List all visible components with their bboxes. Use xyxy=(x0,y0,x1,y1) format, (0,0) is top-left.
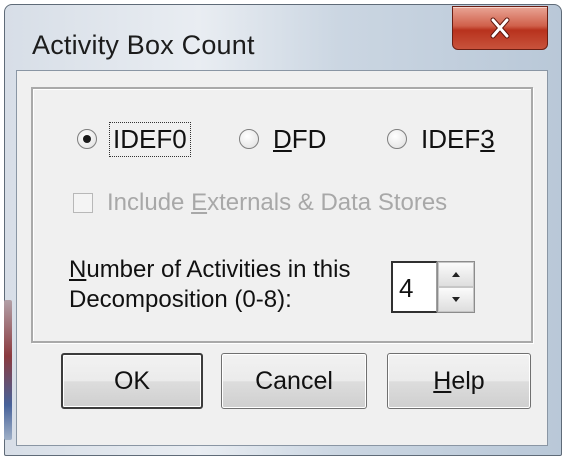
arrow-up-icon xyxy=(452,272,460,277)
radio-dfd[interactable]: DFD xyxy=(239,119,326,159)
radio-dfd-label: DFD xyxy=(273,123,327,154)
arrow-down-icon xyxy=(452,297,460,302)
radio-indicator-checked[interactable] xyxy=(77,129,97,149)
cancel-button[interactable]: Cancel xyxy=(221,353,367,409)
activity-count-label: Number of Activities in this Decompositi… xyxy=(69,256,351,313)
radio-idef0[interactable]: IDEF0 xyxy=(77,119,191,159)
spinner-down-button[interactable] xyxy=(438,287,474,312)
include-externals-checkbox[interactable]: Include Externals & Data Stores xyxy=(73,185,447,221)
close-icon xyxy=(490,17,510,39)
radio-idef3-label: IDEF3 xyxy=(421,123,495,154)
checkbox-indicator[interactable] xyxy=(73,193,93,213)
activity-count-input[interactable]: 4 xyxy=(391,261,437,313)
include-externals-label: Include Externals & Data Stores xyxy=(107,189,448,216)
radio-indicator[interactable] xyxy=(239,129,259,149)
spinner-up-button[interactable] xyxy=(438,262,474,287)
spinner-buttons xyxy=(437,261,475,313)
close-button[interactable] xyxy=(452,6,548,50)
background-window-edge xyxy=(4,300,12,440)
title-bar[interactable]: Activity Box Count xyxy=(8,6,558,68)
activity-count-spinner[interactable]: 4 xyxy=(391,261,477,313)
help-button[interactable]: Help xyxy=(387,353,531,409)
ok-button[interactable]: OK xyxy=(61,353,203,409)
diagram-type-radio-group: IDEF0 DFD IDEF3 xyxy=(33,119,531,159)
radio-idef0-label: IDEF0 xyxy=(109,121,191,157)
dialog-client-area: IDEF0 DFD IDEF3 Include Externals & Data… xyxy=(16,70,548,446)
radio-indicator[interactable] xyxy=(387,129,407,149)
radio-idef3[interactable]: IDEF3 xyxy=(387,119,495,159)
options-group-box: IDEF0 DFD IDEF3 Include Externals & Data… xyxy=(31,87,533,343)
window-title: Activity Box Count xyxy=(32,30,255,60)
